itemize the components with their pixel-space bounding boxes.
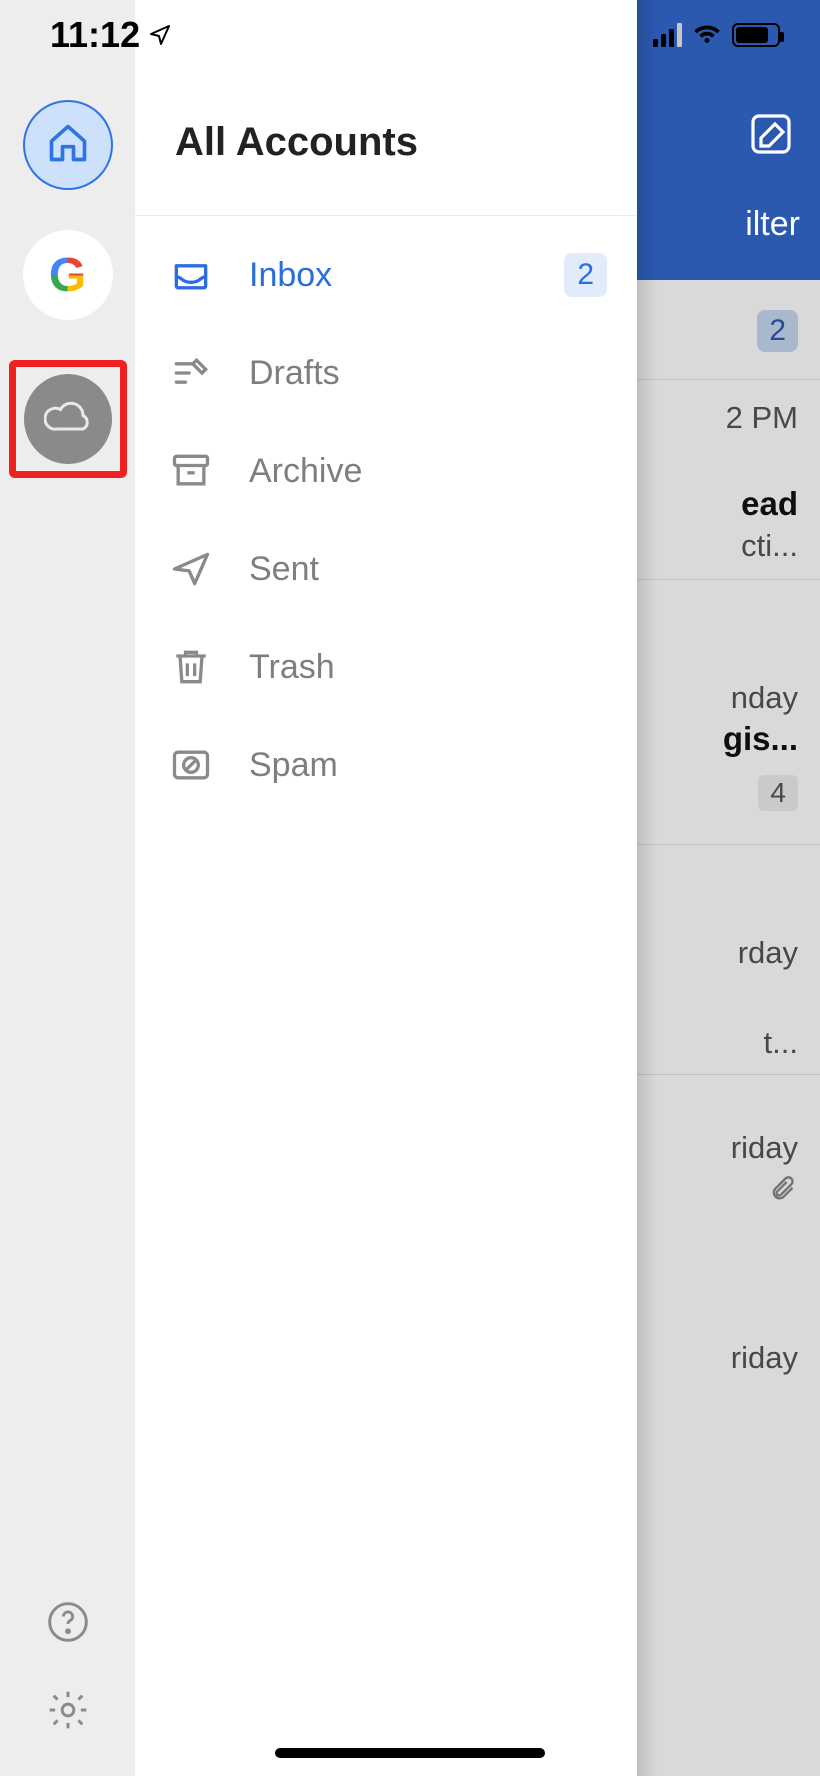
location-icon (148, 14, 172, 56)
sent-icon (165, 543, 217, 595)
folder-label: Sent (249, 550, 607, 589)
home-icon (46, 121, 90, 170)
help-icon (46, 1600, 90, 1649)
folder-trash[interactable]: Trash (135, 618, 637, 716)
folder-inbox[interactable]: Inbox 2 (135, 226, 637, 324)
settings-button[interactable] (44, 1688, 92, 1736)
status-time: 11:12 (50, 14, 140, 56)
home-indicator (275, 1748, 545, 1758)
filter-button-partial[interactable]: ilter (745, 205, 800, 244)
gear-icon (46, 1688, 90, 1737)
spam-icon (165, 739, 217, 791)
archive-icon (165, 445, 217, 497)
inbox-icon (165, 249, 217, 301)
folder-label: Trash (249, 648, 607, 687)
account-rail: G (0, 0, 135, 1776)
folder-drafts[interactable]: Drafts (135, 324, 637, 422)
folder-archive[interactable]: Archive (135, 422, 637, 520)
icloud-account-button[interactable] (24, 374, 112, 464)
google-g-icon: G (49, 248, 86, 303)
drafts-icon (165, 347, 217, 399)
folder-label: Drafts (249, 354, 607, 393)
folder-label: Archive (249, 452, 607, 491)
folder-count-badge: 2 (564, 253, 607, 297)
cell-signal-icon (653, 23, 682, 47)
compose-button[interactable] (747, 110, 795, 158)
folder-spam[interactable]: Spam (135, 716, 637, 814)
status-bar: 11:12 (0, 0, 820, 70)
trash-icon (165, 641, 217, 693)
folder-sent[interactable]: Sent (135, 520, 637, 618)
folder-drawer: All Accounts Inbox 2 Drafts (135, 0, 637, 1776)
folder-label: Spam (249, 746, 607, 785)
battery-icon (732, 23, 780, 47)
folder-list: Inbox 2 Drafts Archive (135, 216, 637, 814)
cloud-icon (44, 401, 92, 438)
help-button[interactable] (44, 1600, 92, 1648)
folder-label: Inbox (249, 256, 564, 295)
google-account-button[interactable]: G (23, 230, 113, 320)
wifi-icon (692, 18, 722, 53)
all-accounts-button[interactable] (23, 100, 113, 190)
highlighted-cloud-account (9, 360, 127, 478)
drawer-title: All Accounts (135, 120, 637, 216)
